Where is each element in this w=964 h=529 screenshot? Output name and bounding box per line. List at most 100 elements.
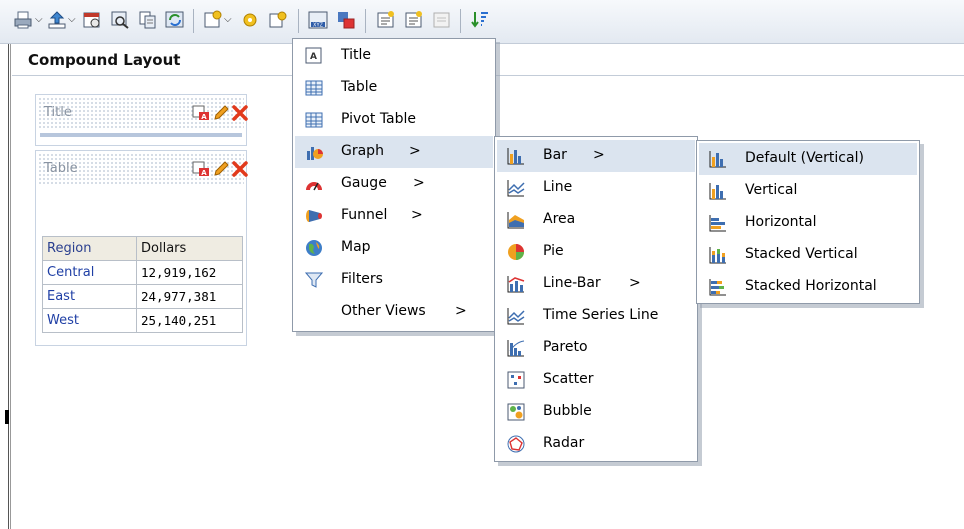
svg-text:A: A xyxy=(310,52,317,62)
line-chart-icon xyxy=(507,180,525,197)
toolbar-separator xyxy=(193,9,194,33)
line-bar-chart-icon xyxy=(507,276,525,293)
menu-item-label: Map xyxy=(341,239,371,255)
menu-item-table[interactable]: Table xyxy=(295,72,493,104)
submenu-arrow-icon: > xyxy=(413,175,425,191)
print-icon[interactable] xyxy=(14,10,34,30)
dollars-cell: 25,140,251 xyxy=(136,308,243,333)
format-view-icon[interactable]: A xyxy=(192,105,210,121)
menu-item-line-bar[interactable]: Line-Bar > xyxy=(497,268,695,300)
region-cell[interactable]: East xyxy=(42,284,137,309)
menu-item-default-vertical[interactable]: Default (Vertical) xyxy=(699,143,917,175)
view-header: Table A xyxy=(38,153,248,185)
edit-criteria-icon[interactable] xyxy=(376,10,396,30)
delete-icon[interactable] xyxy=(231,161,249,177)
menu-item-label: Pareto xyxy=(543,339,588,355)
menu-item-label: Bubble xyxy=(543,403,592,419)
menu-item-other-views[interactable]: Other Views > xyxy=(295,296,493,328)
menu-item-map[interactable]: Map xyxy=(295,232,493,264)
menu-item-label: Vertical xyxy=(745,182,798,198)
menu-item-time-series-line[interactable]: Time Series Line xyxy=(497,300,695,332)
toolbar-separator xyxy=(460,9,461,33)
menu-item-label: Line xyxy=(543,179,573,195)
edit-pencil-icon[interactable] xyxy=(212,161,230,177)
time-series-icon xyxy=(507,308,525,325)
menu-item-stacked-vertical[interactable]: Stacked Vertical xyxy=(699,239,917,271)
graph-icon xyxy=(307,147,323,160)
menu-item-label: Stacked Horizontal xyxy=(745,278,877,294)
menu-item-bar[interactable]: Bar > xyxy=(497,140,695,172)
map-icon xyxy=(306,240,322,256)
sort-icon[interactable] xyxy=(470,10,490,30)
menu-item-label: Filters xyxy=(341,271,383,287)
splitter-handle[interactable] xyxy=(5,410,9,424)
submenu-arrow-icon: > xyxy=(629,275,641,291)
analysis-icon[interactable] xyxy=(336,10,356,30)
menu-item-label: Pie xyxy=(543,243,564,259)
menu-item-bubble[interactable]: Bubble xyxy=(497,396,695,428)
menu-item-graph[interactable]: Graph > xyxy=(295,136,493,168)
view-settings-icon[interactable] xyxy=(240,10,260,30)
preview-icon[interactable] xyxy=(110,10,130,30)
delete-icon[interactable] xyxy=(231,105,249,121)
menu-item-label: Stacked Vertical xyxy=(745,246,858,262)
copy-icon[interactable] xyxy=(138,10,158,30)
menu-item-line[interactable]: Line xyxy=(497,172,695,204)
menu-item-label: Area xyxy=(543,211,576,227)
results-table: Region Dollars Central 12,919,162 East 2… xyxy=(42,236,243,333)
menu-item-area[interactable]: Area xyxy=(497,204,695,236)
menu-item-label: Time Series Line xyxy=(543,307,659,323)
format-view-icon[interactable]: A xyxy=(192,161,210,177)
menu-item-filters[interactable]: Filters xyxy=(295,264,493,296)
menu-item-label: Radar xyxy=(543,435,585,451)
chevron-down-icon[interactable]: ⌵ xyxy=(68,14,76,25)
chevron-down-icon[interactable]: ⌵ xyxy=(35,14,43,25)
menu-item-funnel[interactable]: Funnel > xyxy=(295,200,493,232)
menu-item-label: Line-Bar xyxy=(543,275,601,291)
submenu-arrow-icon: > xyxy=(593,147,605,163)
schedule-icon[interactable] xyxy=(82,10,102,30)
table-header-row: Region Dollars xyxy=(42,236,243,261)
menu-item-title[interactable]: A Title xyxy=(295,40,493,72)
disabled-view-icon[interactable] xyxy=(432,10,452,30)
menu-item-horizontal[interactable]: Horizontal xyxy=(699,207,917,239)
stacked-vertical-icon xyxy=(709,247,726,264)
menu-item-label: Gauge xyxy=(341,175,387,191)
menu-item-label: Pivot Table xyxy=(341,111,417,127)
table-row: West 25,140,251 xyxy=(42,308,243,333)
title-view-box[interactable]: Title A xyxy=(35,94,249,146)
menu-item-gauge[interactable]: Gauge > xyxy=(295,168,493,200)
chevron-down-icon[interactable]: ⌵ xyxy=(224,14,232,25)
svg-text:A: A xyxy=(201,169,207,177)
menu-item-stacked-horizontal[interactable]: Stacked Horizontal xyxy=(699,271,917,303)
bar-submenu: Default (Vertical) Vertical Horizontal S… xyxy=(696,140,920,304)
new-view-icon[interactable] xyxy=(203,10,223,30)
dollars-cell: 12,919,162 xyxy=(136,260,243,285)
new-view-menu: A Title Table Pivot Table Graph > Gauge … xyxy=(292,38,496,332)
menu-item-pareto[interactable]: Pareto xyxy=(497,332,695,364)
menu-item-label: Bar xyxy=(543,147,567,163)
menu-item-pivot-table[interactable]: Pivot Table xyxy=(295,104,493,136)
scatter-icon xyxy=(507,371,525,389)
menu-item-vertical[interactable]: Vertical xyxy=(699,175,917,207)
column-properties-icon[interactable]: XYZ xyxy=(308,10,328,30)
view-label: Table xyxy=(44,161,78,176)
stacked-horizontal-icon xyxy=(709,279,726,296)
menu-item-label: Horizontal xyxy=(745,214,817,230)
refresh-icon[interactable] xyxy=(165,10,185,30)
svg-text:XYZ: XYZ xyxy=(313,23,323,29)
bar-vertical-icon xyxy=(709,151,726,168)
dollars-cell: 24,977,381 xyxy=(136,284,243,309)
menu-item-pie[interactable]: Pie xyxy=(497,236,695,268)
svg-text:A: A xyxy=(201,113,207,121)
menu-item-radar[interactable]: Radar xyxy=(497,428,695,460)
column-header-dollars[interactable]: Dollars xyxy=(136,236,243,261)
edit-view-icon[interactable] xyxy=(268,10,288,30)
region-cell[interactable]: Central xyxy=(42,260,137,285)
region-cell[interactable]: West xyxy=(42,308,137,333)
edit-results-icon[interactable] xyxy=(404,10,424,30)
edit-pencil-icon[interactable] xyxy=(212,105,230,121)
menu-item-scatter[interactable]: Scatter xyxy=(497,364,695,396)
export-icon[interactable] xyxy=(47,10,67,30)
column-header-region[interactable]: Region xyxy=(42,236,137,261)
